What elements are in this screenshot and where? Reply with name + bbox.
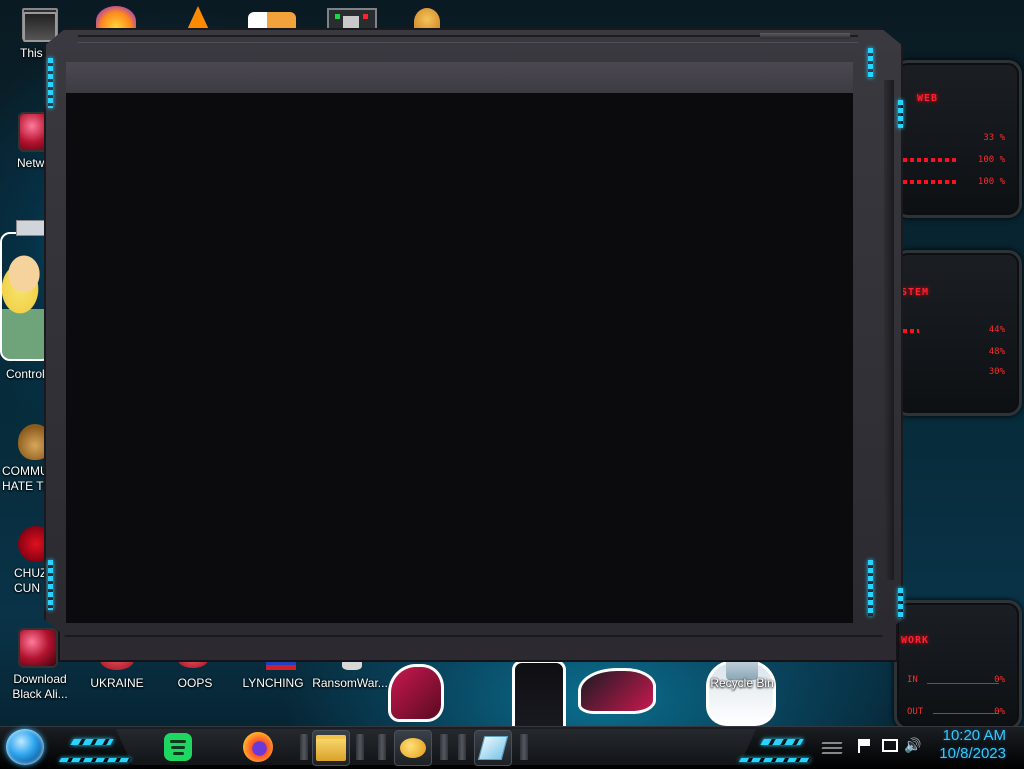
web-widget-bar-2: [903, 158, 959, 162]
window-right-edge: [884, 80, 894, 580]
wallpaper-shoe-1: [388, 664, 444, 722]
window-titlebar[interactable]: [66, 62, 853, 93]
this-pc-icon: [23, 12, 57, 42]
taskbar-separator: [520, 734, 528, 760]
desktop-icon-lynching[interactable]: LYNCHING: [233, 676, 313, 691]
window-accent-left-top: [48, 58, 53, 108]
network-widget: WORK IN 0% OUT 0%: [894, 600, 1022, 730]
system-widget-title: STEM: [901, 287, 930, 298]
network-in-label: IN: [907, 675, 918, 685]
folder-icon: [316, 735, 346, 761]
desktop-icon-oops[interactable]: OOPS: [155, 676, 235, 691]
window-top-strip: [78, 35, 858, 43]
web-widget: WEB 33 % 100 % 100 %: [894, 60, 1022, 218]
taskbar-separator: [356, 734, 364, 760]
firefox-icon: [243, 732, 273, 762]
web-widget-value-2: 100 %: [977, 155, 1005, 165]
web-widget-value-3: 100 %: [977, 177, 1005, 187]
web-widget-title: WEB: [917, 93, 939, 104]
desktop-icon-ukraine[interactable]: UKRAINE: [77, 676, 157, 691]
desktop-icon-recycle-bin[interactable]: Recycle Bin: [702, 676, 782, 691]
speech-bubble-icon: [400, 738, 426, 758]
clock-date: 10/8/2023: [939, 745, 1006, 762]
taskbar-app-file-explorer[interactable]: [312, 730, 350, 766]
taskbar-separator: [378, 734, 386, 760]
window-accent-right-mid: [898, 100, 903, 128]
taskbar-separator: [458, 734, 466, 760]
window-accent-right-bottom: [868, 560, 873, 616]
window-accent-right-bottom-2: [898, 588, 903, 618]
network-out-graph: [933, 699, 999, 714]
desktop-icon-label: OOPS: [177, 676, 213, 690]
taskbar-app-chat[interactable]: [394, 730, 432, 766]
taskbar-separator: [440, 734, 448, 760]
taskbar-separator: [300, 734, 308, 760]
spotify-icon: [164, 733, 192, 761]
window-top-right-grip[interactable]: [760, 33, 850, 39]
system-widget-value-3: 30%: [988, 367, 1005, 377]
network-in-graph: [927, 669, 999, 684]
taskbar-accent-right: [760, 739, 804, 745]
taskbar-app-notes[interactable]: [474, 730, 512, 766]
network-widget-title: WORK: [901, 635, 930, 646]
system-widget-value-2: 48%: [988, 347, 1005, 357]
taskbar-app-firefox[interactable]: [240, 730, 276, 764]
network-tray-icon[interactable]: [882, 736, 898, 758]
web-widget-value-1: 33 %: [983, 133, 1005, 143]
show-hidden-icons[interactable]: [821, 736, 844, 758]
start-button[interactable]: [6, 729, 44, 765]
notes-icon: [477, 736, 509, 760]
desktop-icon-label: UKRAINE: [90, 676, 144, 690]
taskbar-app-area: [116, 729, 756, 765]
web-widget-bar-3: [903, 180, 959, 184]
taskbar-accent-left: [70, 739, 114, 745]
taskbar-accent-left-bottom: [58, 758, 132, 762]
clock-time: 10:20 AM: [942, 727, 1006, 744]
desktop-icon-label: Recycle Bin: [710, 676, 774, 690]
system-widget-value-1: 44%: [988, 325, 1005, 335]
window-accent-right-top: [868, 48, 873, 78]
wallpaper-figure-leg: [512, 660, 566, 736]
desktop-icon-label: LYNCHING: [242, 676, 304, 690]
red-orb-icon: [18, 628, 58, 668]
desktop-icon-label: RansomWar...: [312, 676, 388, 690]
window-accent-left-bottom: [48, 560, 53, 610]
window-content-area[interactable]: [66, 93, 853, 623]
volume-icon[interactable]: 🔊: [904, 736, 922, 758]
taskbar-clock[interactable]: 10:20 AM 10/8/2023: [939, 727, 1006, 763]
taskbar-accent-right-bottom: [738, 758, 812, 762]
system-widget: STEM 44% 48% 30%: [894, 250, 1022, 416]
network-out-label: OUT: [907, 707, 924, 717]
network-out-value: 0%: [994, 707, 1005, 717]
taskbar-app-spotify[interactable]: [160, 730, 196, 764]
network-in-value: 0%: [994, 675, 1005, 685]
action-center-flag-icon[interactable]: [858, 736, 874, 758]
desktop-icon-ransomware[interactable]: RansomWar...: [310, 676, 390, 691]
system-widget-bar: [903, 329, 919, 333]
desktop-icon-label: Download Black Ali...: [12, 672, 68, 701]
wallpaper-shoe-2: [578, 668, 656, 714]
